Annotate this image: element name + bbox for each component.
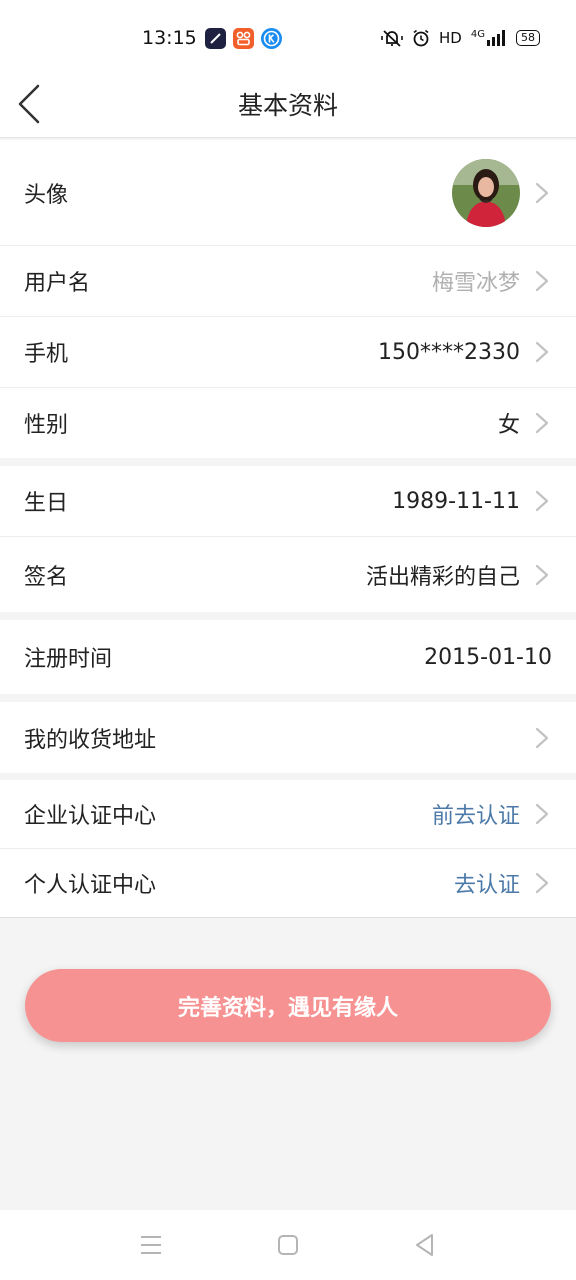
row-phone[interactable]: 手机 150****2330 <box>0 317 576 388</box>
row-value-phone: 150****2330 <box>378 339 520 365</box>
chevron-right-icon <box>535 182 549 203</box>
chevron-right-icon <box>535 803 549 825</box>
row-personal-cert[interactable]: 个人认证中心 去认证 <box>0 849 576 917</box>
profile-group-basic: 头像 用户名 梅雪冰梦 手机 150****2330 性别 女 <box>0 140 576 458</box>
network-type: HD <box>439 29 462 47</box>
row-value-birthday: 1989-11-11 <box>392 488 520 514</box>
system-nav-bar <box>0 1210 576 1280</box>
row-value-signature: 活出精彩的自己 <box>365 564 520 590</box>
profile-group-certification: 企业认证中心 前去认证 个人认证中心 去认证 <box>0 780 576 918</box>
row-label-address: 我的收货地址 <box>24 727 157 753</box>
page-title: 基本资料 <box>237 91 338 120</box>
row-signature[interactable]: 签名 活出精彩的自己 <box>0 537 576 612</box>
battery-indicator: 58 <box>516 30 540 46</box>
mute-icon <box>381 30 403 47</box>
profile-group-address: 我的收货地址 <box>0 702 576 773</box>
row-label-enterprise-cert: 企业认证中心 <box>24 804 157 829</box>
row-value-username: 梅雪冰梦 <box>431 271 520 296</box>
row-label-register-time: 注册时间 <box>24 647 113 672</box>
row-label-phone: 手机 <box>24 342 69 367</box>
row-label-signature: 签名 <box>24 564 69 590</box>
row-address[interactable]: 我的收货地址 <box>0 702 576 773</box>
row-username[interactable]: 用户名 梅雪冰梦 <box>0 246 576 317</box>
signal-icon: 4G <box>471 30 507 46</box>
chevron-right-icon <box>535 872 549 894</box>
row-value-enterprise-cert[interactable]: 前去认证 <box>432 798 520 830</box>
status-time: 13:15 <box>142 27 197 49</box>
alarm-icon <box>413 29 429 47</box>
chevron-right-icon <box>535 341 549 363</box>
row-label-username: 用户名 <box>24 271 91 296</box>
row-register-time: 注册时间 2015-01-10 <box>0 620 576 694</box>
row-value-register-time: 2015-01-10 <box>424 644 552 670</box>
profile-group-extra: 生日 1989-11-11 签名 活出精彩的自己 <box>0 466 576 612</box>
row-label-gender: 性别 <box>24 413 69 438</box>
app-icon-orange <box>233 28 254 49</box>
row-value-gender: 女 <box>497 413 520 438</box>
row-enterprise-cert[interactable]: 企业认证中心 前去认证 <box>0 780 576 849</box>
row-avatar[interactable]: 头像 <box>0 140 576 246</box>
row-value-personal-cert[interactable]: 去认证 <box>454 867 520 899</box>
back-triangle-icon[interactable] <box>412 1232 438 1258</box>
chevron-right-icon <box>535 490 549 512</box>
header: 基本资料 <box>0 76 576 138</box>
status-indicators: HD 4G 58 <box>381 28 540 48</box>
app-icon-dark <box>205 28 226 49</box>
row-label-avatar: 头像 <box>24 182 69 208</box>
profile-group-register: 注册时间 2015-01-10 <box>0 620 576 694</box>
chevron-right-icon <box>535 727 549 748</box>
chevron-right-icon <box>535 270 549 292</box>
chevron-right-icon <box>535 564 549 585</box>
status-bar: 13:15 HD 4G 58 <box>0 0 576 76</box>
menu-icon[interactable] <box>138 1232 164 1258</box>
chevron-right-icon <box>535 412 549 434</box>
complete-profile-button[interactable]: 完善资料，遇见有缘人 <box>25 969 551 1042</box>
row-label-personal-cert: 个人认证中心 <box>24 873 157 898</box>
row-gender[interactable]: 性别 女 <box>0 388 576 458</box>
signal-label: 4G <box>470 29 485 40</box>
avatar[interactable] <box>452 158 520 227</box>
home-icon[interactable] <box>275 1232 301 1258</box>
row-label-birthday: 生日 <box>24 491 69 516</box>
app-icon-blue <box>261 28 282 49</box>
row-birthday[interactable]: 生日 1989-11-11 <box>0 466 576 537</box>
